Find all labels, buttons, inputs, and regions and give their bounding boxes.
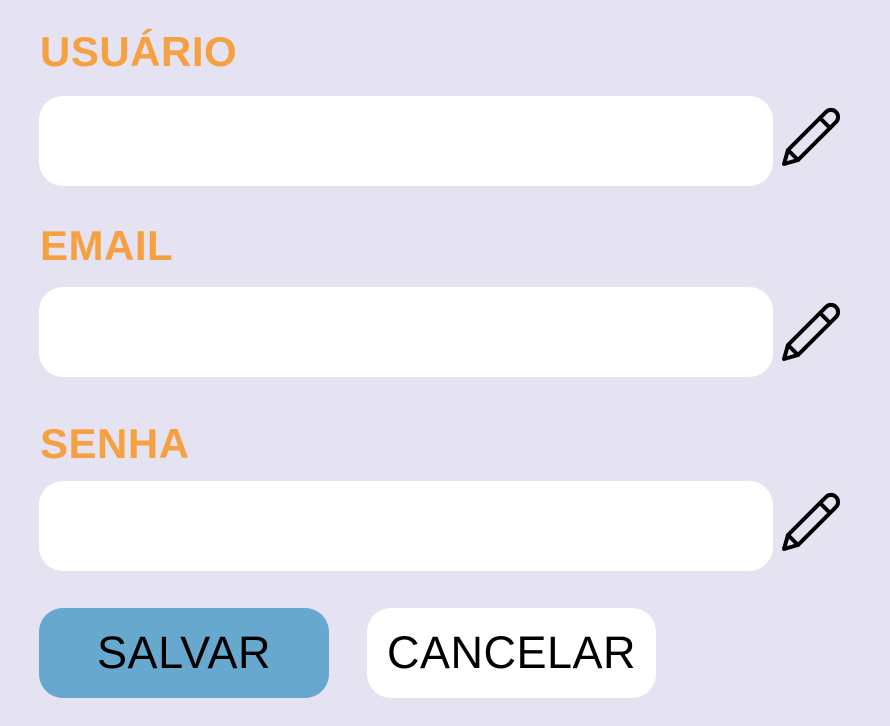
pencil-icon[interactable] — [780, 489, 844, 553]
pencil-icon[interactable] — [780, 104, 844, 168]
pencil-icon[interactable] — [780, 299, 844, 363]
save-button[interactable]: SALVAR — [39, 608, 329, 698]
password-input[interactable] — [39, 481, 773, 571]
email-input[interactable] — [39, 287, 773, 377]
cancel-button[interactable]: CANCELAR — [367, 608, 656, 698]
username-label: USUÁRIO — [40, 28, 238, 75]
username-input[interactable] — [39, 96, 773, 186]
password-label: SENHA — [40, 420, 190, 467]
email-label: EMAIL — [40, 222, 174, 269]
